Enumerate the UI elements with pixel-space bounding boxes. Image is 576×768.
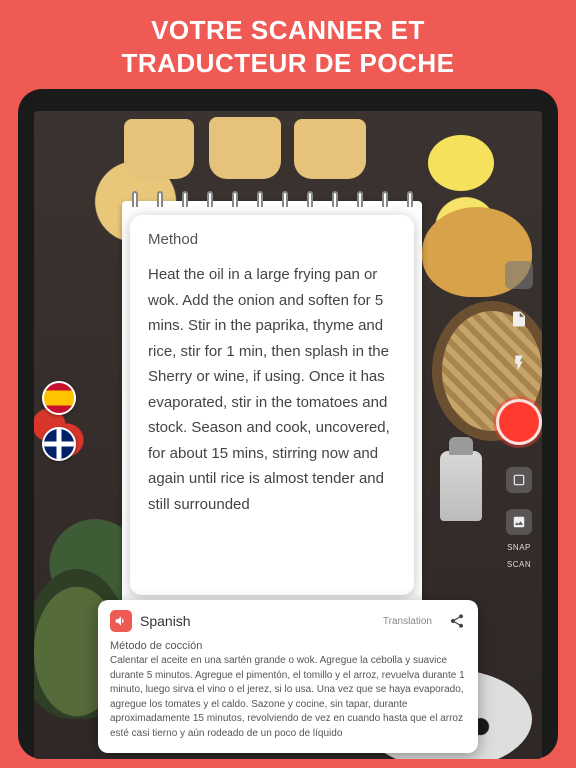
device-frame: Method Heat the oil in a large frying pa… xyxy=(18,89,558,759)
scanned-body: Heat the oil in a large frying pan or wo… xyxy=(148,262,396,517)
camera-side-controls: SNAP SCAN xyxy=(502,261,536,569)
share-button[interactable] xyxy=(448,612,466,630)
document-button[interactable] xyxy=(505,305,533,333)
target-language-flag[interactable] xyxy=(42,427,76,461)
promo-headline: VOTRE SCANNER ET TRADUCTEUR DE POCHE xyxy=(101,0,474,89)
translation-section-label: Translation xyxy=(383,616,432,627)
speaker-button[interactable] xyxy=(110,610,132,632)
translation-body: Calentar el aceite en una sartén grande … xyxy=(110,654,466,741)
translation-card[interactable]: Spanish Translation Método de cocción Ca… xyxy=(98,600,478,753)
gallery-button[interactable] xyxy=(506,509,532,535)
flash-button[interactable] xyxy=(505,349,533,377)
document-icon xyxy=(510,310,528,328)
translation-language: Spanish xyxy=(140,613,375,629)
translation-title: Método de cocción xyxy=(110,640,466,652)
scanned-text-card[interactable]: Method Heat the oil in a large frying pa… xyxy=(130,215,414,595)
image-icon xyxy=(512,515,526,529)
square-icon xyxy=(512,473,526,487)
salt-shaker-decor xyxy=(440,451,482,521)
recent-capture-button[interactable] xyxy=(506,467,532,493)
app-screenshot: Method Heat the oil in a large frying pa… xyxy=(34,111,542,759)
toast-decor xyxy=(124,119,194,179)
promo-page: VOTRE SCANNER ET TRADUCTEUR DE POCHE Met… xyxy=(0,0,576,768)
mode-scan-label[interactable]: SCAN xyxy=(507,560,531,569)
headline-line-1: VOTRE SCANNER ET xyxy=(121,14,454,47)
toast-decor xyxy=(294,119,366,179)
toast-decor xyxy=(209,117,281,179)
translation-header: Spanish Translation xyxy=(110,610,466,632)
shutter-button[interactable] xyxy=(496,399,542,445)
speaker-icon xyxy=(114,614,128,628)
mode-snap-label[interactable]: SNAP xyxy=(507,543,531,552)
scanned-heading: Method xyxy=(148,231,396,248)
source-language-flag[interactable] xyxy=(42,381,76,415)
flash-icon xyxy=(510,354,528,372)
share-icon xyxy=(449,613,465,629)
settings-button[interactable] xyxy=(505,261,533,289)
lemon-decor xyxy=(428,135,494,191)
headline-line-2: TRADUCTEUR DE POCHE xyxy=(121,47,454,80)
